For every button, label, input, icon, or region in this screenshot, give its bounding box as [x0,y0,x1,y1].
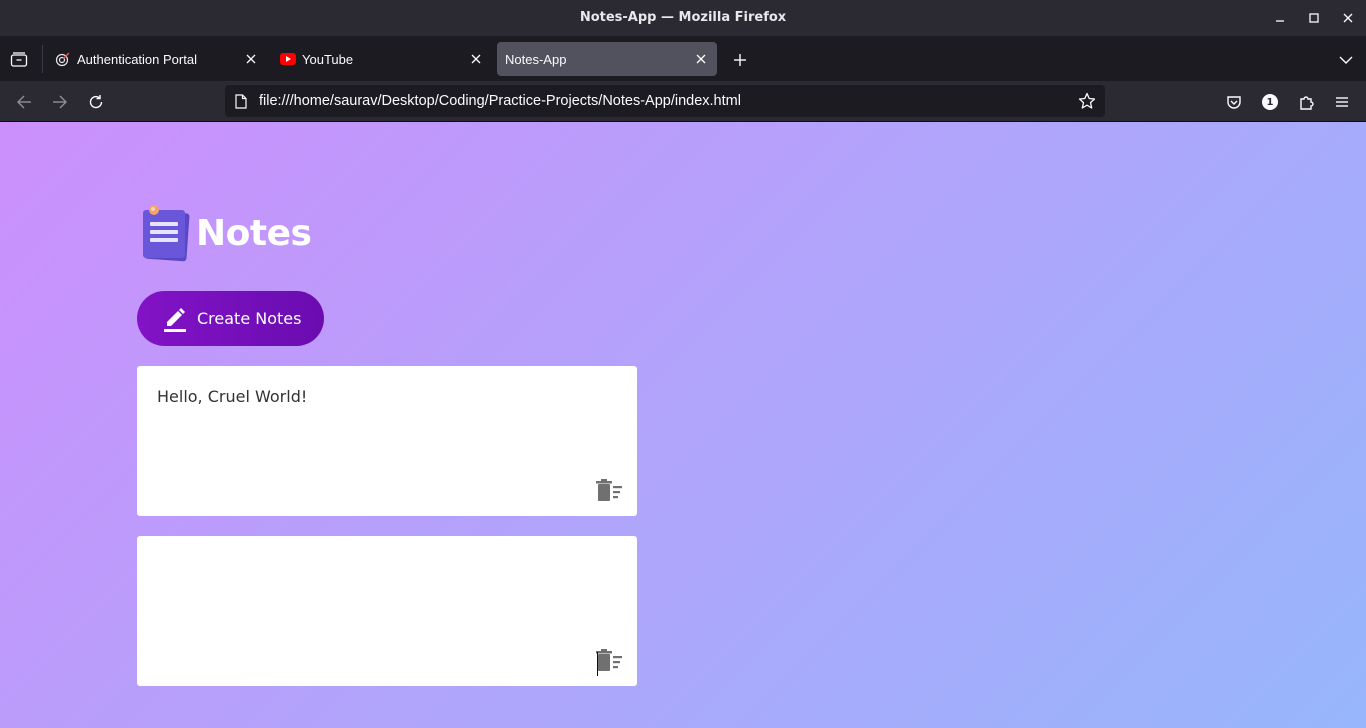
delete-note-button[interactable] [595,648,623,672]
maximize-icon [1309,13,1319,23]
note-textarea[interactable] [157,556,617,646]
url-bar[interactable]: file:///home/saurav/Desktop/Coding/Pract… [225,85,1105,117]
tab-label: Authentication Portal [77,51,197,67]
close-icon [471,54,481,64]
notepad-icon [143,205,190,262]
delete-note-button[interactable] [595,478,623,502]
list-all-tabs-button[interactable] [1335,49,1357,71]
maximize-button[interactable] [1304,8,1324,28]
note-card[interactable] [137,536,637,686]
forward-button[interactable] [48,90,72,114]
page-icon [233,93,249,109]
window-title: Notes-App — Mozilla Firefox [579,10,787,25]
star-icon [1078,92,1096,109]
extensions-button[interactable] [1294,90,1318,114]
back-button[interactable] [12,90,36,114]
extension-badge-button[interactable]: 1 [1258,90,1282,114]
tab-close-button[interactable] [693,51,709,67]
minimize-button[interactable] [1270,8,1290,28]
app-heading: Notes [140,200,312,266]
navigation-toolbar: file:///home/saurav/Desktop/Coding/Pract… [0,81,1366,122]
text-cursor [597,652,598,676]
hamburger-menu-icon [1336,97,1348,107]
note-textarea[interactable]: Hello, Cruel World! [157,386,617,476]
trash-icon [596,649,622,671]
tab-tray-icon [10,52,28,67]
puzzle-piece-icon [1300,96,1314,110]
close-icon [1343,13,1353,23]
youtube-icon [280,51,296,67]
tab-strip: Authentication Portal YouTube Notes-App [0,37,1366,81]
firefox-view-button[interactable] [8,49,30,71]
page-viewport: Notes Create Notes Hello, Cruel World! [0,122,1366,728]
tab-close-button[interactable] [243,51,259,67]
pocket-button[interactable] [1222,90,1246,114]
menu-button[interactable] [1330,90,1354,114]
tab-youtube[interactable]: YouTube [272,42,492,76]
close-icon [696,54,706,64]
trash-icon [596,479,622,501]
pencil-icon [161,305,189,333]
close-icon [246,54,256,64]
tab-notes-app[interactable]: Notes-App [497,42,717,76]
count-badge: 1 [1262,94,1278,110]
tab-close-button[interactable] [468,51,484,67]
close-window-button[interactable] [1338,8,1358,28]
window-titlebar: Notes-App — Mozilla Firefox [0,0,1366,37]
arrow-right-icon [53,95,67,109]
reload-button[interactable] [84,90,108,114]
tab-authentication-portal[interactable]: Authentication Portal [47,42,267,76]
pocket-icon [1227,96,1241,109]
minimize-icon [1276,20,1284,22]
tab-label: Notes-App [505,51,567,67]
tab-label: YouTube [302,51,354,67]
arrow-left-icon [17,95,31,109]
new-tab-button[interactable] [729,49,751,71]
chevron-down-icon [1339,56,1353,64]
tab-separator [42,45,43,73]
url-text[interactable]: file:///home/saurav/Desktop/Coding/Pract… [259,93,1077,109]
page-title: Notes [196,212,312,254]
create-notes-label: Create Notes [197,309,302,328]
reload-icon [89,95,103,109]
note-card[interactable]: Hello, Cruel World! [137,366,637,516]
target-icon [55,51,71,67]
plus-icon [734,54,746,66]
bookmark-star-button[interactable] [1077,91,1097,111]
create-notes-button[interactable]: Create Notes [137,291,324,346]
